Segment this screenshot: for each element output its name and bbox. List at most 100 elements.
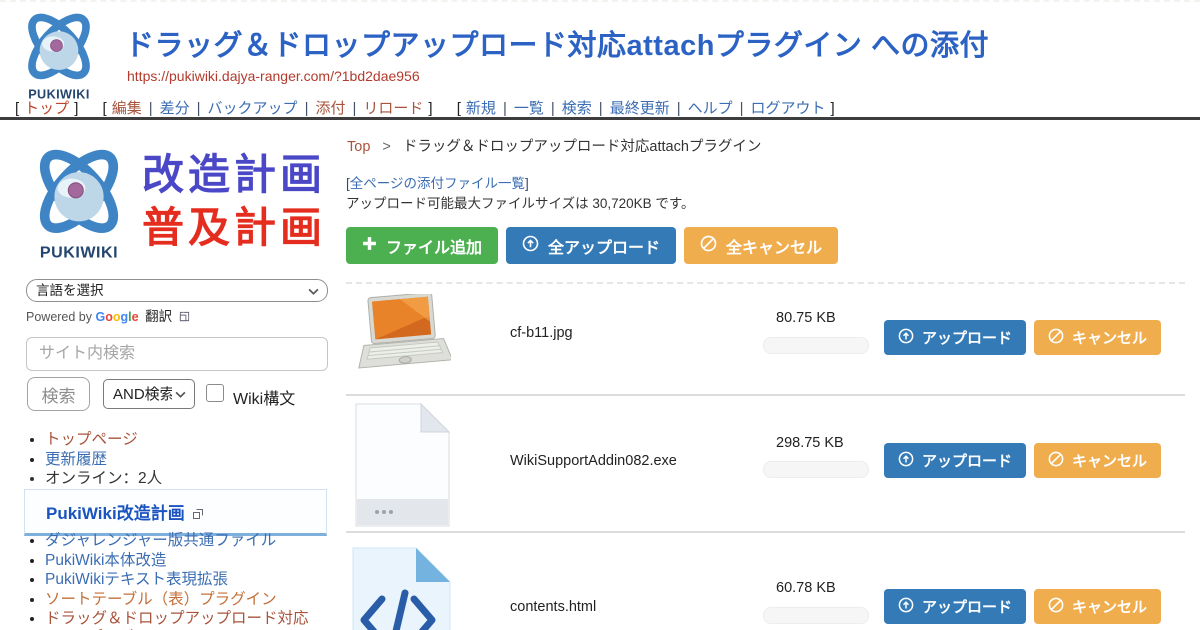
ban-icon — [1048, 597, 1064, 617]
upload-file-row: contents.html 60.78 KB アップロード キャンセル — [346, 533, 1186, 630]
file-name: WikiSupportAddin082.exe — [510, 453, 677, 469]
sidebar-logo-slogan: 改造計画 普及計画 — [142, 148, 326, 254]
nav-link-attach[interactable]: 添付 — [315, 100, 345, 117]
site-logo[interactable]: PUKIWIKI — [16, 6, 102, 102]
file-size: 80.75 KB — [776, 310, 836, 326]
external-link-icon — [192, 508, 204, 520]
list-item: ダジャレンジャー版共通ファイル — [45, 532, 347, 551]
cancel-all-button[interactable]: 全キャンセル — [684, 227, 838, 264]
sidebar-heading-link[interactable]: PukiWiki改造計画 — [46, 504, 185, 523]
upload-button[interactable]: アップロード — [884, 589, 1026, 624]
top-navigation: [トップ] [編集|差分|バックアップ|添付|リロード] [新規|一覧|検索|最… — [10, 97, 850, 118]
google-logo: Google — [96, 310, 139, 324]
svg-text:PUKIWIKI: PUKIWIKI — [40, 244, 118, 262]
upload-button[interactable]: アップロード — [884, 320, 1026, 355]
file-name: contents.html — [510, 599, 596, 615]
page-title: ドラッグ＆ドロップアップロード対応attachプラグイン への添付 — [125, 22, 1125, 64]
translate-label[interactable]: 翻訳 — [145, 309, 172, 324]
nav-group-home: [トップ] — [10, 100, 83, 117]
circle-arrow-up-icon — [898, 597, 914, 617]
nav-group-site-actions: [新規|一覧|検索|最終更新|ヘルプ|ログアウト] — [452, 100, 840, 117]
search-button[interactable]: 検索 — [27, 377, 90, 411]
sidebar-logo[interactable]: PUKIWIKI 改造計画 普及計画 — [18, 140, 326, 262]
all-attachments-line: [全ページの添付ファイル一覧] — [346, 172, 529, 192]
sidebar-online-count: オンライン：2人 — [45, 470, 345, 489]
dropzone-top-dashed-border — [0, 0, 1200, 2]
sidebar-link-core-mod[interactable]: PukiWiki本体改造 — [45, 552, 166, 569]
site-search-input[interactable] — [26, 337, 328, 371]
circle-arrow-up-icon — [522, 235, 539, 257]
generic-file-icon — [355, 403, 450, 527]
file-size: 298.75 KB — [776, 435, 844, 451]
all-attachments-link[interactable]: 全ページの添付ファイル一覧 — [350, 176, 525, 191]
file-size: 60.78 KB — [776, 580, 836, 596]
sidebar-link-top-page[interactable]: トップページ — [45, 431, 138, 448]
list-item: ドラッグ＆ドロップアップロード対応attachプラグイン — [45, 610, 347, 630]
nav-link-search[interactable]: 検索 — [562, 100, 592, 117]
row-actions: アップロード キャンセル — [884, 320, 1161, 355]
list-item: 更新履歴 — [45, 451, 345, 470]
nav-link-reload[interactable]: リロード — [363, 100, 423, 117]
sidebar-section-links: ダジャレンジャー版共通ファイル PukiWiki本体改造 PukiWikiテキス… — [28, 532, 347, 630]
sidebar-section-heading: PukiWiki改造計画 — [24, 489, 327, 536]
ban-icon — [700, 235, 717, 257]
header-divider — [0, 117, 1200, 120]
list-item: PukiWikiテキスト表現拡張 — [45, 571, 347, 590]
cancel-button[interactable]: キャンセル — [1034, 443, 1161, 478]
nav-group-page-actions: [編集|差分|バックアップ|添付|リロード] — [98, 100, 438, 117]
nav-link-help[interactable]: ヘルプ — [688, 100, 733, 117]
nav-link-diff[interactable]: 差分 — [160, 100, 190, 117]
pukiwiki-atom-icon: PUKIWIKI — [18, 140, 140, 262]
add-files-button[interactable]: ファイル追加 — [346, 227, 498, 264]
language-select[interactable]: 言語を選択 — [26, 279, 328, 302]
max-upload-size-text: アップロード可能最大ファイルサイズは 30,720KB です。 — [346, 192, 695, 212]
upload-progress-bar — [763, 607, 869, 624]
upload-toolbar: ファイル追加 全アップロード 全キャンセル — [346, 227, 838, 264]
breadcrumb-home-link[interactable]: Top — [347, 139, 370, 155]
cancel-button[interactable]: キャンセル — [1034, 589, 1161, 624]
upload-file-row: WikiSupportAddin082.exe 298.75 KB アップロード… — [346, 396, 1186, 531]
wiki-syntax-label: Wiki構文 — [233, 385, 295, 409]
nav-link-edit[interactable]: 編集 — [112, 100, 142, 117]
nav-link-new[interactable]: 新規 — [466, 100, 496, 117]
language-select-wrap: 言語を選択 — [26, 279, 328, 302]
sidebar-link-sort-table[interactable]: ソートテーブル（表）プラグイン — [45, 591, 277, 608]
breadcrumb-current: ドラッグ＆ドロップアップロード対応attachプラグイン — [403, 139, 762, 155]
page-url-link[interactable]: https://pukiwiki.dajya-ranger.com/?1bd2d… — [127, 68, 420, 84]
search-mode-select-wrap: AND検索 — [103, 379, 195, 409]
sidebar-link-text-extension[interactable]: PukiWikiテキスト表現拡張 — [45, 571, 228, 588]
nav-link-list[interactable]: 一覧 — [514, 100, 544, 117]
wiki-syntax-checkbox[interactable] — [206, 384, 224, 402]
html-code-file-icon — [352, 547, 451, 630]
breadcrumb: Top > ドラッグ＆ドロップアップロード対応attachプラグイン — [347, 135, 761, 156]
sidebar-quick-links: トップページ 更新履歴 オンライン：2人 — [28, 431, 345, 490]
upload-progress-bar — [763, 337, 869, 354]
pukiwiki-atom-icon: PUKIWIKI — [16, 6, 102, 102]
google-translate-attribution: Powered by Google 翻訳 — [26, 305, 190, 325]
pukiwiki-attach-page: PUKIWIKI ドラッグ＆ドロップアップロード対応attachプラグイン への… — [0, 0, 1200, 630]
upload-button[interactable]: アップロード — [884, 443, 1026, 478]
circle-arrow-up-icon — [898, 451, 914, 471]
sidebar-link-common-files[interactable]: ダジャレンジャー版共通ファイル — [45, 532, 276, 549]
nav-link-backup[interactable]: バックアップ — [208, 100, 298, 117]
upload-file-row: cf-b11.jpg 80.75 KB アップロード キャンセル — [346, 284, 1186, 394]
nav-link-logout[interactable]: ログアウト — [751, 100, 826, 117]
ban-icon — [1048, 451, 1064, 471]
sidebar-link-dragdrop-attach[interactable]: ドラッグ＆ドロップアップロード対応attachプラグイン — [45, 610, 309, 630]
circle-arrow-up-icon — [898, 328, 914, 348]
search-mode-select[interactable]: AND検索 — [103, 379, 195, 409]
upload-all-button[interactable]: 全アップロード — [506, 227, 676, 264]
cancel-button[interactable]: キャンセル — [1034, 320, 1161, 355]
slogan-line-fukyuu: 普及計画 — [142, 201, 326, 254]
ban-icon — [1048, 328, 1064, 348]
external-link-icon — [179, 311, 190, 322]
list-item: ソートテーブル（表）プラグイン — [45, 591, 347, 610]
nav-link-recent[interactable]: 最終更新 — [610, 100, 670, 117]
laptop-photo-thumbnail — [355, 294, 451, 376]
slogan-line-kaizou: 改造計画 — [142, 148, 326, 201]
breadcrumb-separator: > — [382, 139, 390, 155]
list-item: トップページ — [45, 431, 345, 450]
nav-link-top[interactable]: トップ — [24, 100, 69, 117]
sidebar-link-update-history[interactable]: 更新履歴 — [45, 451, 107, 468]
row-actions: アップロード キャンセル — [884, 443, 1161, 478]
